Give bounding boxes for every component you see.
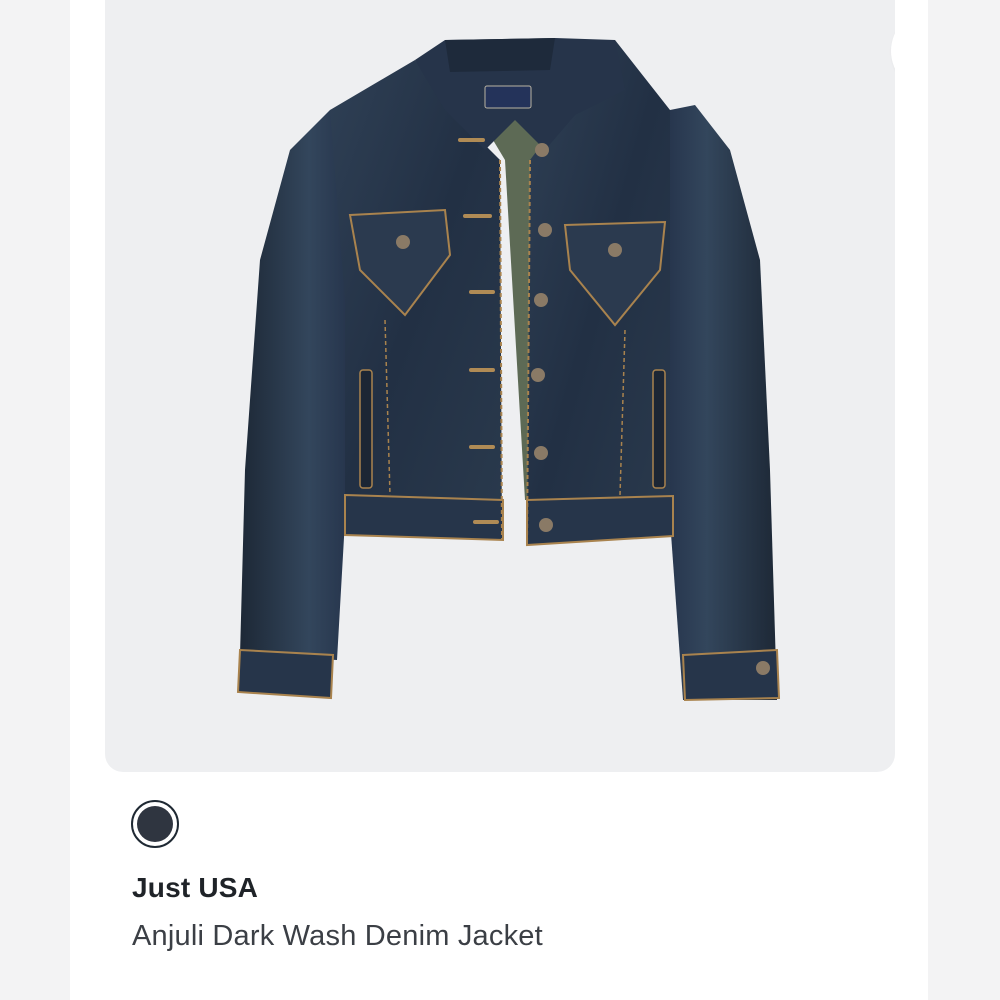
product-image-card[interactable] — [105, 0, 895, 772]
color-swatch-fill — [137, 806, 173, 842]
product-image — [236, 38, 781, 702]
color-swatch-selected[interactable] — [131, 800, 179, 848]
product-name: Anjuli Dark Wash Denim Jacket — [132, 920, 543, 952]
product-brand: Just USA — [132, 872, 259, 903]
